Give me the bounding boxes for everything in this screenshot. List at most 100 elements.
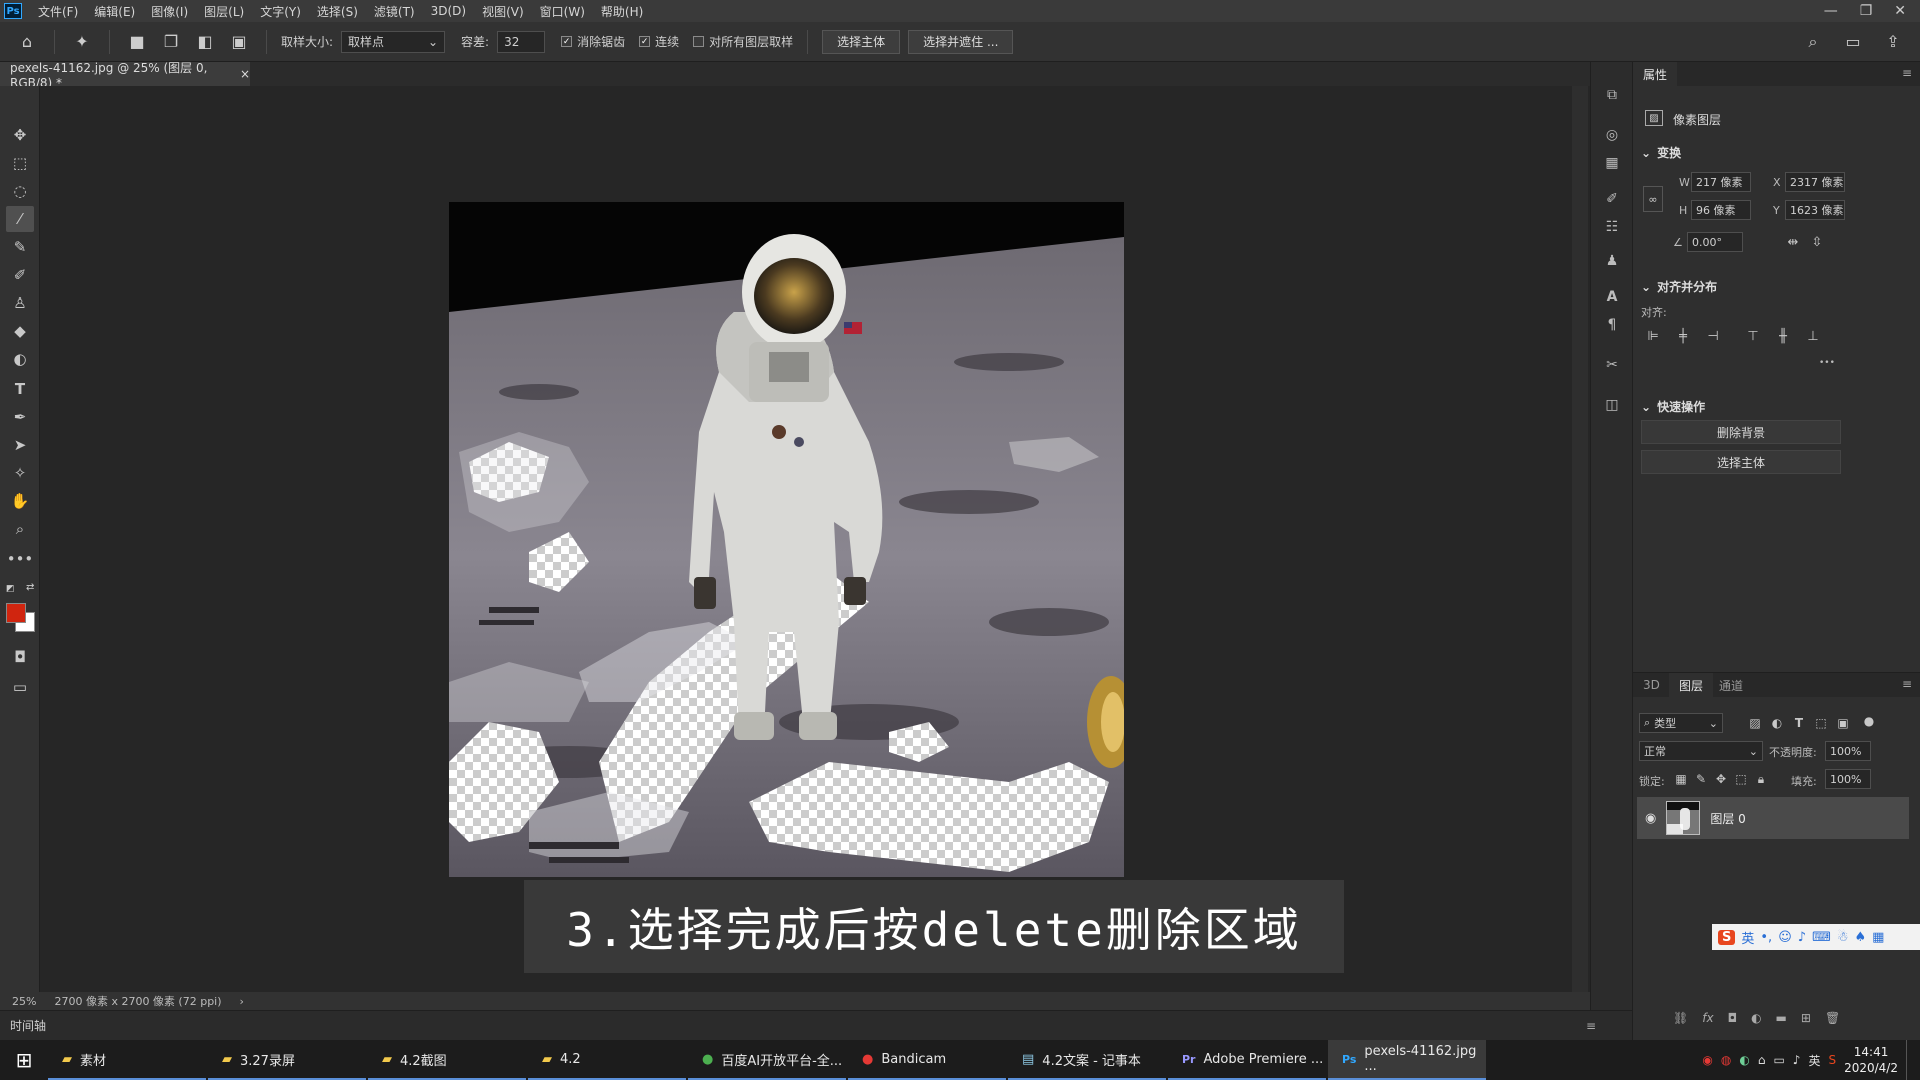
panel-menu-icon[interactable]: ≡	[1586, 1019, 1596, 1033]
marquee-tool-icon[interactable]: ⬚	[6, 150, 34, 176]
fill-field[interactable]: 100%	[1825, 769, 1871, 789]
taskbar-item-folder[interactable]: ▰ 素材	[48, 1040, 206, 1080]
quick-mask-icon[interactable]: ◘	[6, 644, 34, 670]
sample-all-layers-checkbox[interactable]: 对所有图层取样	[693, 33, 793, 50]
ime-skin-icon[interactable]: ♠	[1854, 930, 1866, 945]
shape-tool-icon[interactable]: ✧	[6, 460, 34, 486]
align-top-icon[interactable]: ⊤	[1743, 326, 1763, 346]
lock-position-icon[interactable]: ✥	[1711, 769, 1731, 789]
flip-vertical-icon[interactable]: ⇳	[1807, 232, 1827, 252]
antivirus-tray-icon[interactable]: ◍	[1721, 1053, 1731, 1067]
layer-row[interactable]: ◉ 图层 0	[1637, 797, 1909, 839]
brush-settings-icon[interactable]: ✐	[1599, 186, 1625, 212]
timeline-tab[interactable]: 时间轴	[10, 1017, 46, 1034]
eyedropper-tool-icon[interactable]: ✎	[6, 234, 34, 260]
workspace-icon[interactable]: ▭	[1840, 29, 1866, 55]
network-tray-icon[interactable]: ⌂	[1758, 1053, 1766, 1067]
sample-size-select[interactable]: 取样点 ⌄	[341, 30, 446, 53]
zoom-tool-icon[interactable]: ⌕	[6, 516, 34, 542]
move-tool-icon[interactable]: ✥	[6, 122, 34, 148]
subtract-selection-icon[interactable]: ◧	[192, 29, 218, 55]
restore-button[interactable]: ❐	[1860, 3, 1873, 19]
pen-tool-icon[interactable]: ✒	[6, 404, 34, 430]
tab-channels[interactable]: 通道	[1709, 673, 1753, 697]
link-layers-icon[interactable]: ⛓	[1673, 1011, 1688, 1025]
contiguous-checkbox[interactable]: ✓ 连续	[639, 33, 679, 50]
height-field[interactable]: 96 像素	[1691, 200, 1751, 220]
filter-adjustment-icon[interactable]: ◐	[1767, 713, 1787, 733]
opacity-field[interactable]: 100%	[1825, 741, 1871, 761]
filter-shape-icon[interactable]: ⬚	[1811, 713, 1831, 733]
clone-source-icon[interactable]: ♟	[1599, 248, 1625, 274]
more-options-icon[interactable]: •••	[1819, 358, 1835, 368]
y-field[interactable]: 1623 像素	[1785, 200, 1845, 220]
anti-alias-checkbox[interactable]: ✓ 消除锯齿	[561, 33, 625, 50]
visibility-eye-icon[interactable]: ◉	[1645, 811, 1656, 826]
transform-section[interactable]: ⌄ 变换	[1641, 144, 1681, 161]
paragraph-icon[interactable]: ¶	[1599, 312, 1625, 338]
close-tab-icon[interactable]: ×	[240, 67, 250, 81]
select-subject-button[interactable]: 选择主体	[822, 29, 901, 54]
3d-icon[interactable]: ◎	[1599, 122, 1625, 148]
filter-type-icon[interactable]: T	[1789, 713, 1809, 733]
zoom-level[interactable]: 25%	[12, 995, 36, 1008]
show-desktop-button[interactable]	[1906, 1040, 1910, 1080]
lock-all-icon[interactable]: 🔒︎	[1751, 769, 1771, 789]
delete-layer-icon[interactable]: 🗑︎	[1825, 1011, 1840, 1025]
default-colors-icon[interactable]: ◩	[6, 584, 16, 594]
adjustment-layer-icon[interactable]: ◐	[1751, 1011, 1761, 1025]
properties-tab[interactable]: 属性	[1633, 62, 1678, 86]
align-center-h-icon[interactable]: ╪	[1673, 326, 1693, 346]
new-layer-icon[interactable]: ⊞	[1801, 1011, 1811, 1025]
menu-image[interactable]: 图像(I)	[143, 3, 196, 20]
menu-window[interactable]: 窗口(W)	[532, 3, 593, 20]
path-selection-tool-icon[interactable]: ➤	[6, 432, 34, 458]
fx-icon[interactable]: fx	[1702, 1011, 1713, 1025]
layer-name[interactable]: 图层 0	[1710, 810, 1745, 827]
foreground-color-swatch[interactable]	[6, 603, 26, 623]
new-group-icon[interactable]: ▬	[1776, 1011, 1787, 1025]
menu-3d[interactable]: 3D(D)	[423, 4, 474, 18]
wechat-tray-icon[interactable]: ◐	[1739, 1053, 1749, 1067]
new-selection-icon[interactable]: ■	[124, 29, 150, 55]
lock-paint-icon[interactable]: ✎	[1691, 769, 1711, 789]
sogou-tray-icon[interactable]: S	[1828, 1053, 1836, 1067]
menu-view[interactable]: 视图(V)	[474, 3, 532, 20]
hand-tool-icon[interactable]: ✋	[6, 488, 34, 514]
ime-emoji-icon[interactable]: ☺	[1778, 930, 1792, 945]
align-left-icon[interactable]: ⊫	[1643, 326, 1663, 346]
x-field[interactable]: 2317 像素	[1785, 172, 1845, 192]
remove-background-button[interactable]: 删除背景	[1641, 420, 1841, 444]
flip-horizontal-icon[interactable]: ⇹	[1783, 232, 1803, 252]
ime-language[interactable]: 英	[1741, 928, 1754, 947]
screen-mode-icon[interactable]: ▭	[6, 674, 34, 700]
eraser-tool-icon[interactable]: ◆	[6, 318, 34, 344]
stamp-tool-icon[interactable]: ♙	[6, 290, 34, 316]
ime-menu-icon[interactable]: ▦	[1872, 930, 1884, 945]
volume-tray-icon[interactable]: ♪	[1793, 1053, 1801, 1067]
document-image[interactable]	[449, 202, 1124, 877]
menu-help[interactable]: 帮助(H)	[593, 3, 651, 20]
lock-transparent-icon[interactable]: ▦	[1671, 769, 1691, 789]
magic-wand-preset-icon[interactable]: ✦	[69, 29, 95, 55]
select-subject-button[interactable]: 选择主体	[1641, 450, 1841, 474]
taskbar-item-folder[interactable]: ▰ 4.2截图	[368, 1040, 526, 1080]
panel-menu-icon[interactable]: ≡	[1902, 66, 1912, 80]
document-tab[interactable]: pexels-41162.jpg @ 25% (图层 0, RGB/8) * ×	[0, 61, 250, 90]
tools-preset-icon[interactable]: ✂	[1599, 352, 1625, 378]
home-icon[interactable]: ⌂	[14, 29, 40, 55]
align-section[interactable]: ⌄ 对齐并分布	[1641, 278, 1717, 295]
brush-tool-icon[interactable]: ✐	[6, 262, 34, 288]
display-tray-icon[interactable]: ▭	[1773, 1053, 1784, 1067]
windows-start-icon[interactable]: ⊞	[0, 1040, 48, 1080]
tolerance-input[interactable]: 32	[497, 30, 546, 53]
tab-3d[interactable]: 3D	[1633, 673, 1670, 697]
more-tools-icon[interactable]: •••	[6, 546, 34, 572]
bandicam-tray-icon[interactable]: ◉	[1702, 1053, 1712, 1067]
adjustments-icon[interactable]: ☷	[1599, 214, 1625, 240]
align-right-icon[interactable]: ⊣	[1703, 326, 1723, 346]
ime-keyboard-icon[interactable]: ⌨	[1812, 930, 1831, 945]
intersect-selection-icon[interactable]: ▣	[226, 29, 252, 55]
align-middle-v-icon[interactable]: ╫	[1773, 326, 1793, 346]
filter-toggle-icon[interactable]: ●	[1859, 711, 1879, 731]
